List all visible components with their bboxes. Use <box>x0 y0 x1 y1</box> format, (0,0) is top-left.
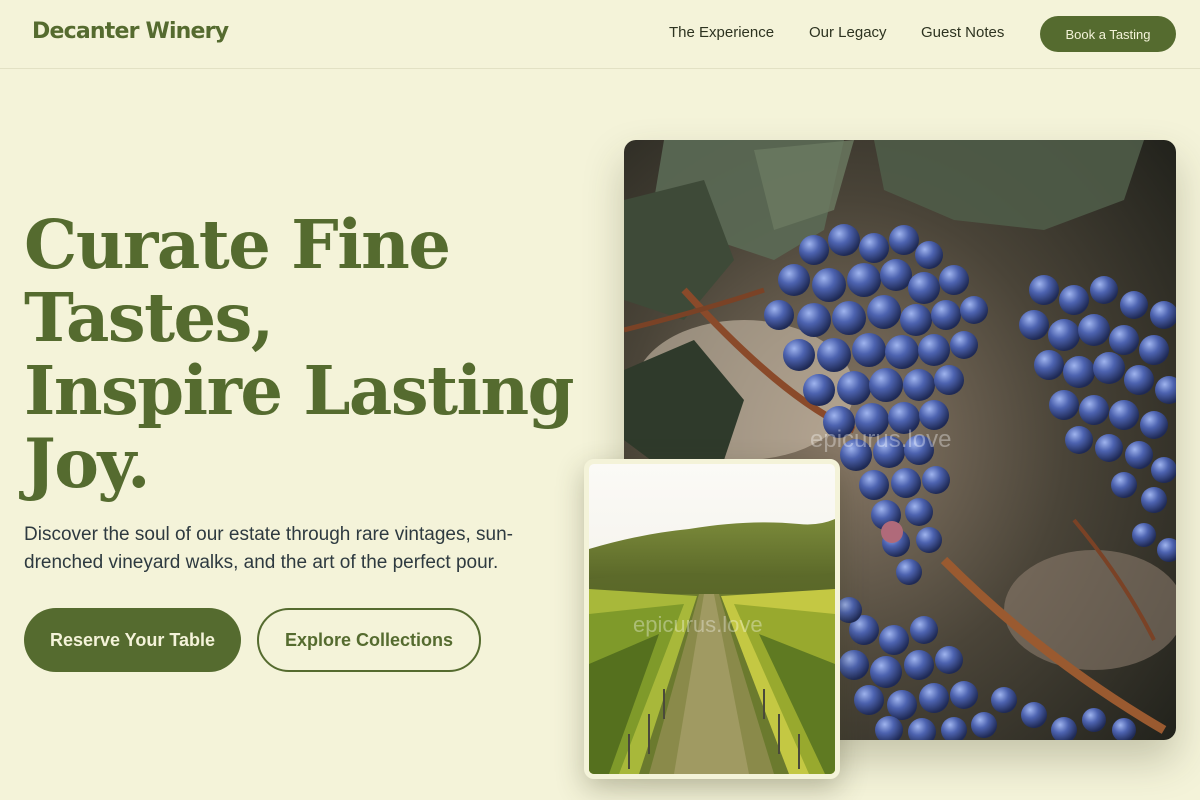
nav-link-guest-notes[interactable]: Guest Notes <box>921 24 1004 41</box>
nav-link-legacy[interactable]: Our Legacy <box>809 24 887 41</box>
reserve-table-button[interactable]: Reserve Your Table <box>24 608 241 672</box>
vineyard-image: epicurus.love <box>584 459 840 779</box>
vineyard-illustration <box>589 464 835 774</box>
site-header: Decanter Winery The Experience Our Legac… <box>0 0 1200 69</box>
explore-collections-button[interactable]: Explore Collections <box>257 608 481 672</box>
book-tasting-button[interactable]: Book a Tasting <box>1040 16 1176 52</box>
hero-title-line: Tastes, <box>24 278 274 357</box>
hero-title-line: Curate Fine <box>24 205 451 284</box>
hero-title: Curate Fine Tastes, Inspire Lasting Joy. <box>24 208 584 500</box>
hero-title-line: Joy. <box>24 424 150 503</box>
nav-link-experience[interactable]: The Experience <box>669 24 774 41</box>
hero-title-line: Inspire Lasting <box>24 351 575 430</box>
brand-logo[interactable]: Decanter Winery <box>32 19 229 44</box>
hero-subtitle: Discover the soul of our estate through … <box>24 524 513 573</box>
